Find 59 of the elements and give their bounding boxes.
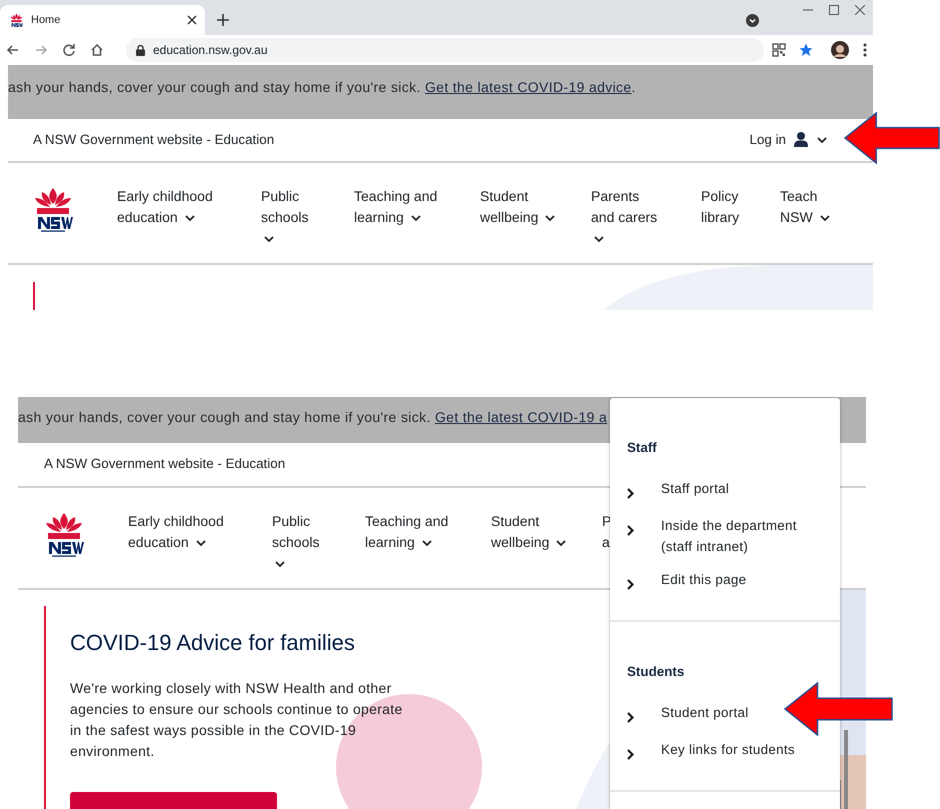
caret-icon xyxy=(816,134,828,145)
maximize-icon[interactable] xyxy=(829,5,839,15)
banner-message: ash your hands, cover your cough and stay home if you're sick. Get the latest COVID-19 a xyxy=(18,408,608,427)
lock-icon xyxy=(136,44,145,56)
nav-link[interactable]: Teaching and learning xyxy=(365,511,465,553)
site-title: A NSW Government website - Education xyxy=(44,455,286,474)
link-text: Inside the department (staff intranet) xyxy=(661,517,798,556)
person-icon xyxy=(794,132,808,148)
section-heading: Staff xyxy=(627,439,658,457)
nsw-logo[interactable] xyxy=(33,186,73,232)
accent-bar xyxy=(33,282,35,310)
nav-link[interactable]: Student wellbeing xyxy=(480,186,568,228)
hero-text: We're working closely with NSW Health and other agencies to ensure our schools continue to operate in the safest ways possible in the COVID-19 environment. xyxy=(70,679,404,761)
nsw-logo[interactable] xyxy=(44,511,84,557)
site-title: A NSW Government website - Education xyxy=(33,130,274,149)
chevron-icon xyxy=(627,749,634,760)
banner-message: ash your hands, cover your cough and stay home if you're sick. Get the latest COVID-19 advice. xyxy=(8,78,637,97)
menu-link[interactable]: Key links for students xyxy=(627,739,795,764)
close-icon[interactable] xyxy=(187,15,197,25)
menu-link[interactable]: Edit this page xyxy=(627,569,746,594)
nav-link[interactable]: Public schools xyxy=(272,511,334,574)
chevron-icon xyxy=(627,579,634,590)
nav-link[interactable]: Teach NSW xyxy=(780,186,836,228)
hero-heading: COVID-19 Advice for families xyxy=(70,630,355,656)
tab-search-icon[interactable] xyxy=(746,14,759,27)
favicon xyxy=(10,12,23,28)
link-text: Edit this page xyxy=(661,571,746,590)
nav-link[interactable]: P a xyxy=(602,511,611,553)
chevron-icon xyxy=(627,712,634,724)
menu-link[interactable]: Student portal xyxy=(627,702,749,728)
link-text: Staff portal xyxy=(661,480,730,498)
chevron-icon xyxy=(627,488,634,500)
menu-link[interactable]: Inside the department (staff intranet) xyxy=(627,515,798,558)
nav-link[interactable]: Teaching and learning xyxy=(354,186,454,228)
menu-link[interactable]: Staff portal xyxy=(627,478,730,504)
star-icon[interactable] xyxy=(799,43,813,57)
covid-advice-link[interactable]: Get the latest COVID-19 a xyxy=(434,409,608,425)
nav-link[interactable]: Parents and carers xyxy=(591,186,663,249)
more-menu-icon[interactable] xyxy=(863,43,867,57)
chevron-icon xyxy=(627,525,634,536)
reload-icon[interactable] xyxy=(62,43,76,57)
link-text: Key links for students xyxy=(661,741,795,760)
login-button[interactable]: Log in xyxy=(750,130,828,150)
section-heading: Students xyxy=(627,663,686,682)
new-tab-icon[interactable] xyxy=(217,14,229,26)
qr-code-icon[interactable] xyxy=(772,43,786,57)
link-text: Student portal xyxy=(661,704,749,722)
nav-link[interactable]: Early childhood education xyxy=(117,186,229,228)
back-icon[interactable] xyxy=(6,43,20,57)
home-icon[interactable] xyxy=(90,43,104,57)
url-text: education.nsw.gov.au xyxy=(153,42,268,59)
covid-advice-link[interactable]: Get the latest COVID-19 advice xyxy=(424,79,632,95)
avatar-icon[interactable] xyxy=(831,41,849,59)
nav-link[interactable]: Policy library xyxy=(701,186,753,228)
address-bar[interactable]: education.nsw.gov.au xyxy=(126,38,764,62)
close-icon[interactable] xyxy=(855,5,865,15)
nav-link[interactable]: Student wellbeing xyxy=(491,511,579,553)
nav-link[interactable]: Early childhood education xyxy=(128,511,240,553)
nav-link[interactable]: Public schools xyxy=(261,186,323,249)
